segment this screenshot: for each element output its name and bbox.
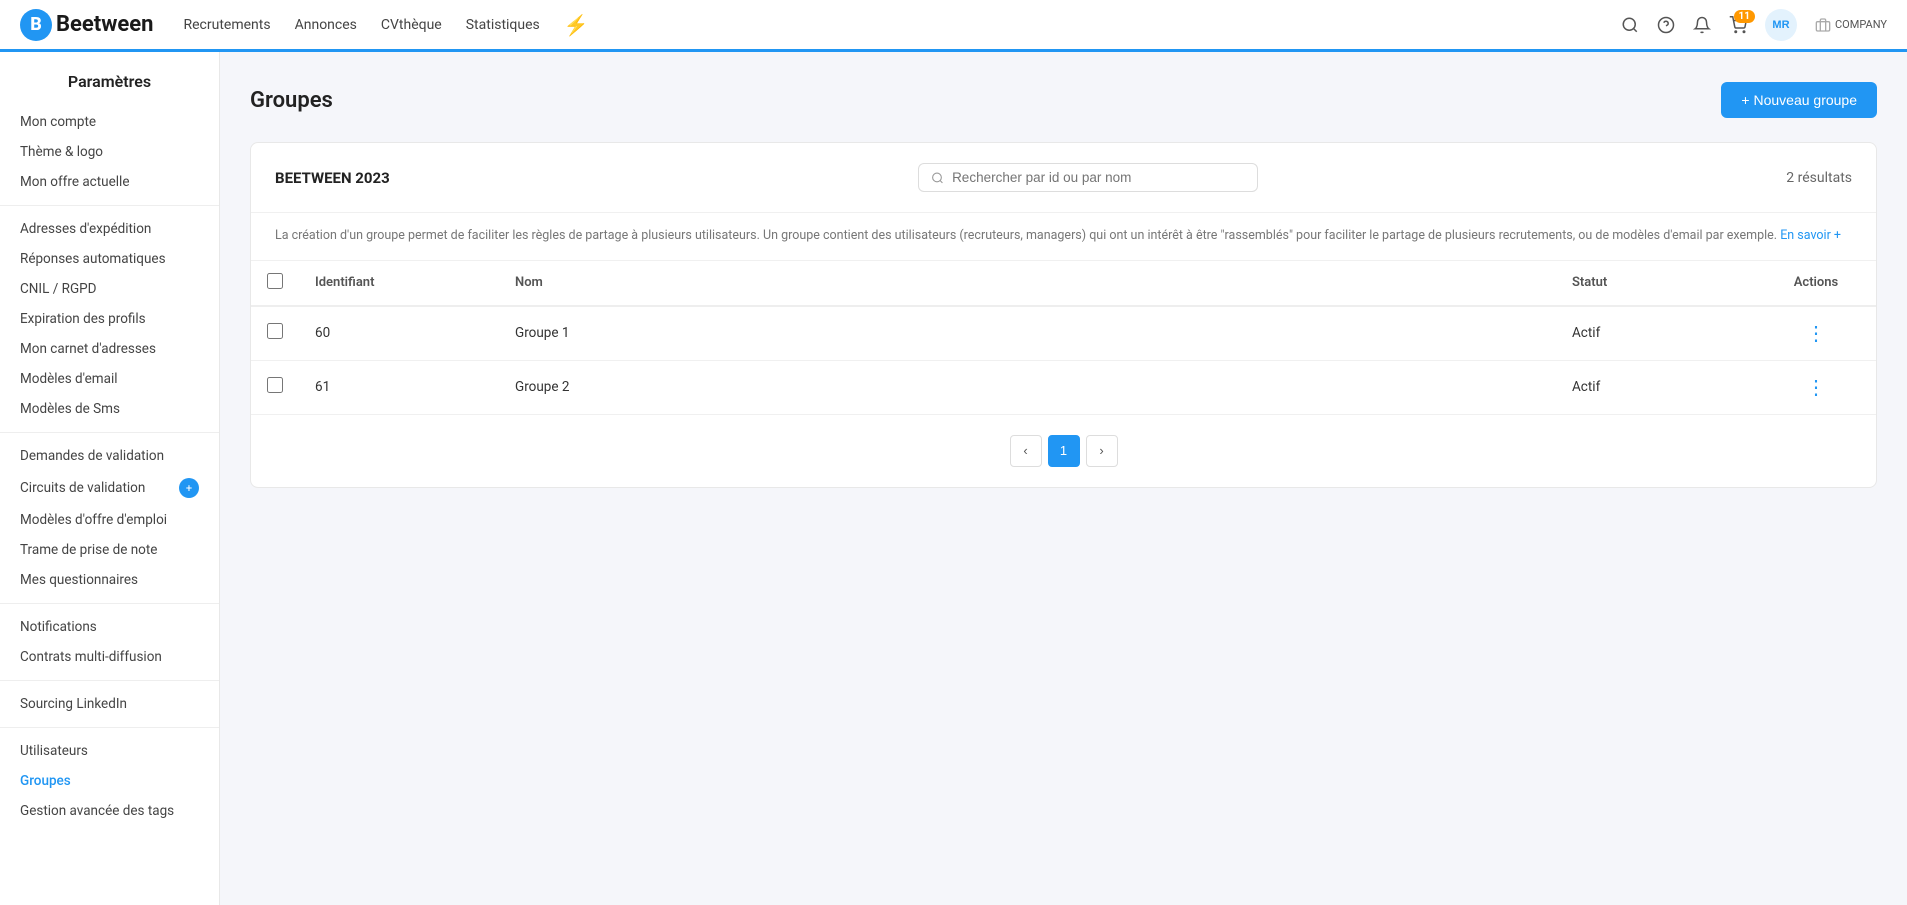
sidebar-item-carnet[interactable]: Mon carnet d'adresses (0, 334, 219, 364)
logo[interactable]: B Beetween (20, 9, 154, 41)
cell-status-1: Actif (1556, 360, 1756, 414)
prev-page-button[interactable]: ‹ (1010, 435, 1042, 467)
sidebar-item-mon-offre[interactable]: Mon offre actuelle (0, 167, 219, 197)
sidebar-item-trame[interactable]: Trame de prise de note (0, 535, 219, 565)
logo-b-icon: B (20, 9, 52, 41)
col-header-status: Statut (1556, 261, 1756, 306)
sidebar-item-utilisateurs[interactable]: Utilisateurs (0, 736, 219, 766)
groups-card: BEETWEEN 2023 2 résultats La création d'… (250, 142, 1877, 488)
cell-id-1: 61 (299, 360, 499, 414)
nav-statistiques[interactable]: Statistiques (466, 13, 540, 37)
sidebar-item-linkedin[interactable]: Sourcing LinkedIn (0, 689, 219, 719)
action-menu-button-1[interactable]: ⋮ (1800, 375, 1832, 400)
sidebar-item-reponses-auto[interactable]: Réponses automatiques (0, 244, 219, 274)
help-icon (1657, 16, 1675, 34)
circuits-badge: + (179, 478, 199, 498)
pagination: ‹ 1 › (251, 415, 1876, 487)
select-all-checkbox[interactable] (267, 273, 283, 289)
nav-right: 11 MR COMPANY (1621, 9, 1887, 41)
col-header-actions: Actions (1756, 261, 1876, 306)
table-wrap: Identifiant Nom Statut Actions 60 Groupe… (251, 261, 1876, 415)
sidebar-item-mon-compte[interactable]: Mon compte (0, 107, 219, 137)
sidebar-item-modeles-sms[interactable]: Modèles de Sms (0, 394, 219, 424)
search-icon (1621, 16, 1639, 34)
new-group-button[interactable]: + Nouveau groupe (1721, 82, 1877, 118)
top-navigation: B Beetween Recrutements Annonces CVthèqu… (0, 0, 1907, 52)
row-checkbox-1[interactable] (267, 377, 283, 393)
search-input[interactable] (952, 170, 1245, 185)
results-count: 2 résultats (1786, 170, 1852, 186)
cell-status-0: Actif (1556, 306, 1756, 361)
search-button[interactable] (1621, 16, 1639, 34)
company-name: COMPANY (1835, 18, 1887, 31)
row-checkbox-0[interactable] (267, 323, 283, 339)
sidebar-item-circuits-validation[interactable]: Circuits de validation + (0, 471, 219, 505)
notifications-button[interactable] (1693, 16, 1711, 34)
cell-id-0: 60 (299, 306, 499, 361)
card-header: BEETWEEN 2023 2 résultats (251, 143, 1876, 213)
table-row: 60 Groupe 1 Actif ⋮ (251, 306, 1876, 361)
groups-table: Identifiant Nom Statut Actions 60 Groupe… (251, 261, 1876, 415)
sidebar-divider-3 (0, 603, 219, 604)
next-page-button[interactable]: › (1086, 435, 1118, 467)
sidebar-title: Paramètres (0, 72, 219, 107)
company-icon (1815, 17, 1831, 33)
sidebar-item-modeles-email[interactable]: Modèles d'email (0, 364, 219, 394)
sidebar-divider-2 (0, 432, 219, 433)
bolt-icon[interactable]: ⚡ (564, 13, 589, 37)
sidebar-item-demandes-validation[interactable]: Demandes de validation (0, 441, 219, 471)
nav-links: Recrutements Annonces CVthèque Statistiq… (184, 13, 589, 37)
sidebar-item-contrats[interactable]: Contrats multi-diffusion (0, 642, 219, 672)
help-button[interactable] (1657, 16, 1675, 34)
nav-annonces[interactable]: Annonces (295, 13, 357, 37)
nav-cvtheque[interactable]: CVthèque (381, 13, 442, 37)
sidebar-item-tags[interactable]: Gestion avancée des tags (0, 796, 219, 826)
sidebar-item-groupes[interactable]: Groupes (0, 766, 219, 796)
cart-badge: 11 (1734, 10, 1755, 23)
bell-icon (1693, 16, 1711, 34)
learn-more-link[interactable]: En savoir + (1780, 228, 1841, 243)
sidebar-item-modeles-offre[interactable]: Modèles d'offre d'emploi (0, 505, 219, 535)
col-header-id: Identifiant (299, 261, 499, 306)
description: La création d'un groupe permet de facili… (251, 213, 1876, 261)
nav-recrutements[interactable]: Recrutements (184, 13, 271, 37)
avatar-button[interactable]: MR (1765, 9, 1797, 41)
sidebar-item-theme-logo[interactable]: Thème & logo (0, 137, 219, 167)
sidebar-item-cnil[interactable]: CNIL / RGPD (0, 274, 219, 304)
sidebar-item-expiration[interactable]: Expiration des profils (0, 304, 219, 334)
company-label: COMPANY (1815, 17, 1887, 33)
page-header: Groupes + Nouveau groupe (250, 82, 1877, 118)
sidebar-divider-1 (0, 205, 219, 206)
page-1-button[interactable]: 1 (1048, 435, 1080, 467)
sidebar-item-adresses[interactable]: Adresses d'expédition (0, 214, 219, 244)
page-title: Groupes (250, 88, 333, 113)
cell-name-0: Groupe 1 (499, 306, 1556, 361)
sidebar-item-questionnaires[interactable]: Mes questionnaires (0, 565, 219, 595)
cart-badge-wrap: 11 (1729, 16, 1747, 34)
col-header-name: Nom (499, 261, 1556, 306)
search-wrap (918, 163, 1258, 192)
sidebar-divider-5 (0, 727, 219, 728)
sidebar-divider-4 (0, 680, 219, 681)
table-row: 61 Groupe 2 Actif ⋮ (251, 360, 1876, 414)
search-icon (931, 171, 944, 185)
logo-text: Beetween (56, 12, 154, 37)
section-name: BEETWEEN 2023 (275, 169, 390, 187)
cell-name-1: Groupe 2 (499, 360, 1556, 414)
sidebar-item-notifications[interactable]: Notifications (0, 612, 219, 642)
sidebar: Paramètres Mon compte Thème & logo Mon o… (0, 52, 220, 905)
action-menu-button-0[interactable]: ⋮ (1800, 321, 1832, 346)
layout: Paramètres Mon compte Thème & logo Mon o… (0, 52, 1907, 905)
main-content: Groupes + Nouveau groupe BEETWEEN 2023 2… (220, 52, 1907, 905)
